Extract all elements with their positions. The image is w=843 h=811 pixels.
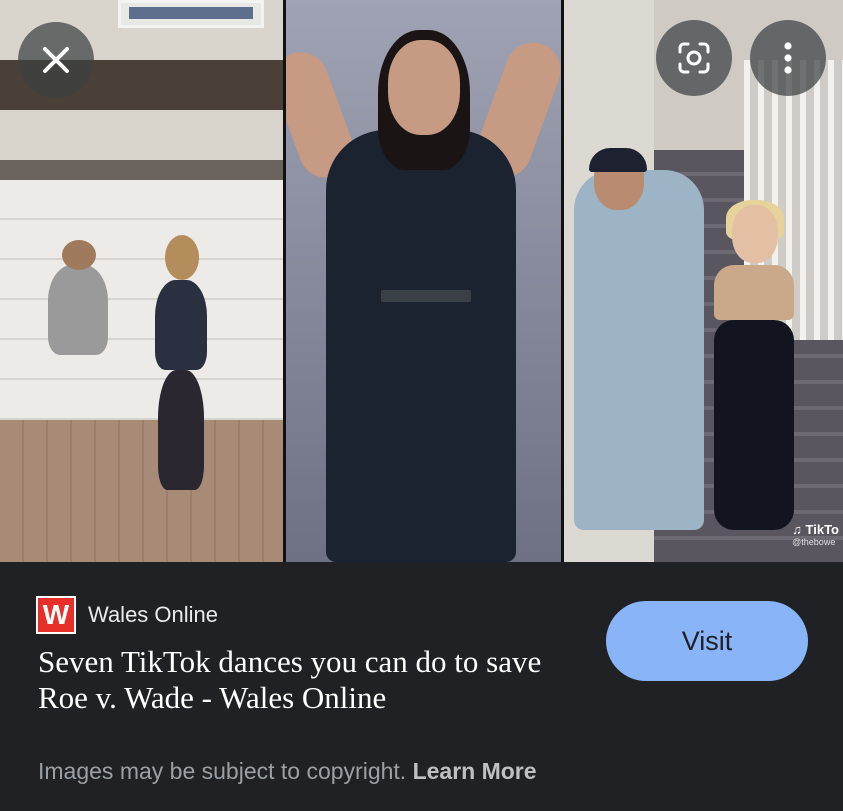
wales-online-logo: W	[36, 596, 76, 634]
google-lens-button[interactable]	[656, 20, 732, 96]
garage-door	[0, 180, 283, 420]
dancer-woman-leggings	[714, 320, 794, 530]
result-title[interactable]: Seven TikTok dances you can do to save R…	[38, 644, 598, 716]
house-window	[118, 0, 264, 28]
dancer-woman-head	[165, 235, 199, 280]
dancer-face	[388, 40, 460, 135]
garage-trim	[0, 160, 283, 182]
dancer-man-head	[62, 240, 96, 270]
tiktok-watermark-handle: @thebowe	[792, 537, 836, 547]
dancer-man-cap	[589, 148, 647, 172]
more-vert-icon	[784, 42, 792, 74]
source-name: Wales Online	[88, 602, 219, 627]
driveway	[0, 420, 283, 562]
dancer-man-tracksuit	[574, 170, 704, 530]
dancer-woman-legs	[158, 370, 204, 490]
copyright-notice: Images may be subject to copyright. Lear…	[38, 758, 537, 785]
dancer-woman-top	[714, 265, 794, 320]
close-button[interactable]	[18, 22, 94, 98]
uniform-belt	[381, 290, 471, 302]
image-panel-2	[286, 0, 561, 562]
tiktok-watermark: ♫ TikTo @thebowe	[792, 522, 839, 547]
more-options-button[interactable]	[750, 20, 826, 96]
copyright-text: Images may be subject to copyright.	[38, 758, 407, 784]
dancer-woman	[155, 280, 207, 370]
google-lens-icon	[678, 42, 710, 74]
dancer-uniform	[326, 130, 516, 562]
source-row[interactable]: W Wales Online	[36, 596, 218, 634]
tiktok-logo-icon: ♫	[792, 522, 802, 537]
dancer-man	[48, 265, 108, 355]
learn-more-link[interactable]: Learn More	[413, 758, 537, 784]
tiktok-watermark-text: TikTo	[805, 522, 839, 537]
dancer-woman-head	[732, 205, 778, 263]
visit-button[interactable]: Visit	[606, 601, 808, 681]
close-icon	[43, 47, 69, 73]
